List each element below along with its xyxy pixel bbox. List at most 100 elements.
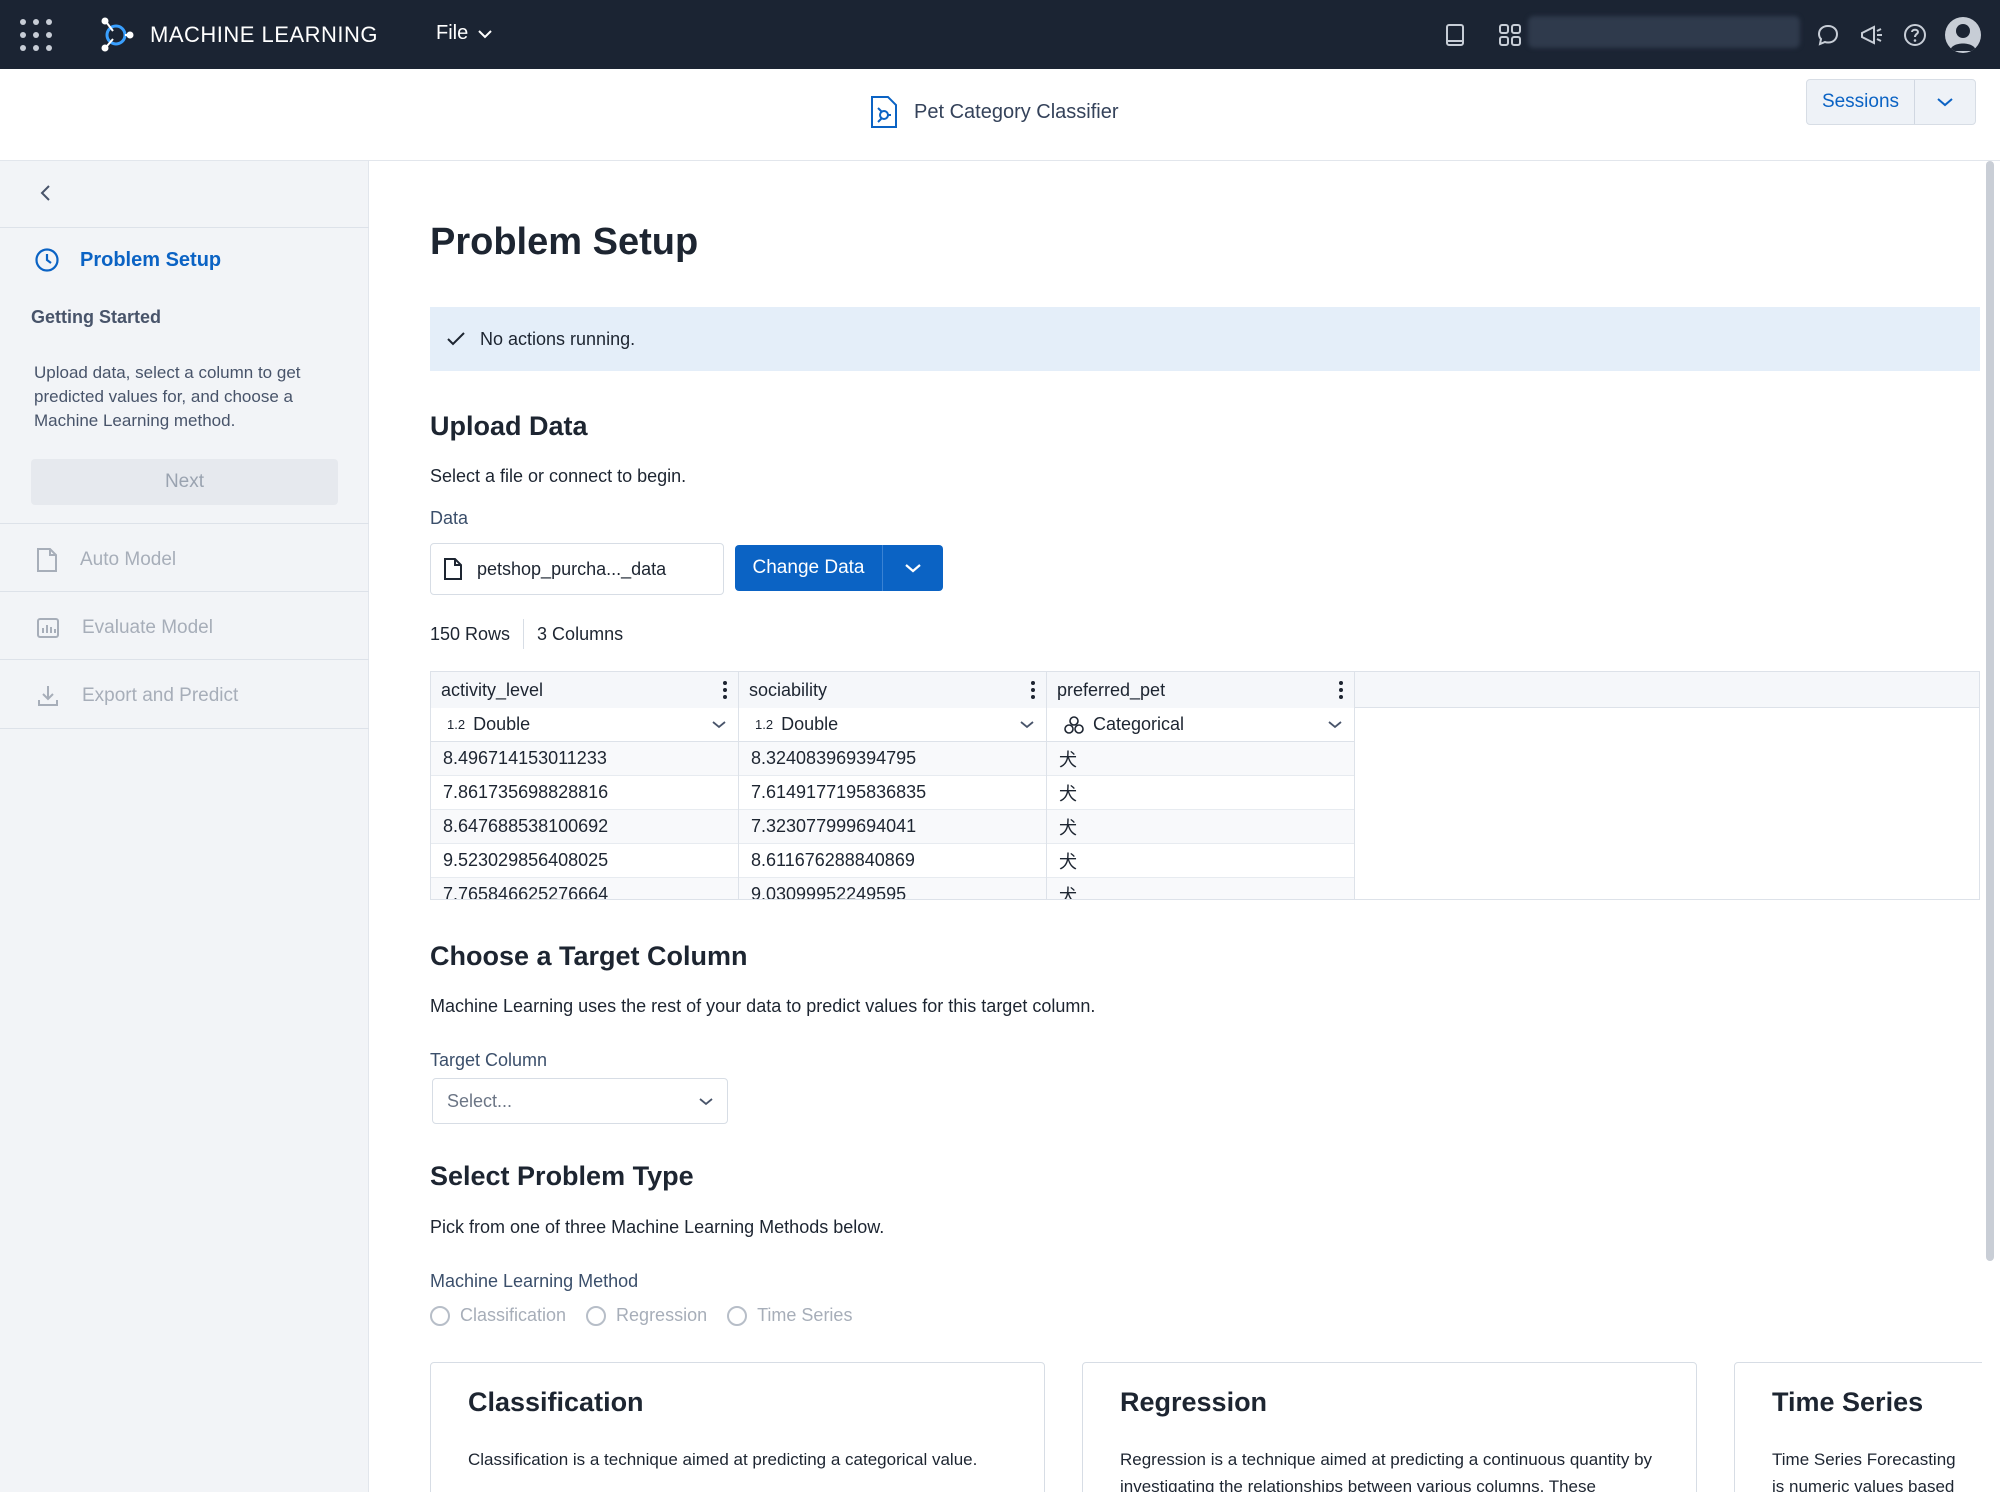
radio-circle[interactable] [430,1305,450,1326]
table-header-filler [1355,672,1979,708]
table-cell: 犬 [1047,844,1354,878]
chevron-down-icon [1937,98,1953,107]
problem-type-heading: Select Problem Type [430,1161,694,1191]
table-column: preferred_pet Categorical 犬 犬 犬 犬 犬 [1047,672,1355,899]
chevron-down-icon [1020,721,1034,729]
machine-learning-logo-icon [101,17,134,52]
announcement-icon[interactable] [1857,20,1887,50]
data-preview-table: activity_level 1.2 Double 8.496714153011… [430,671,1980,900]
column-count: 3 Columns [537,623,624,644]
target-column-select[interactable]: Select... [432,1078,728,1124]
data-label: Data [430,508,469,528]
table-cell: 7.765846625276664 [431,878,738,899]
sidebar-divider [0,591,369,592]
ml-method-radio-group: Classification Regression Time Series [430,1305,852,1326]
table-cell: 9.523029856408025 [431,844,738,878]
chevron-down-icon [478,29,492,38]
main-scrollbar[interactable] [1986,161,1994,1261]
table-cell: 8.324083969394795 [739,742,1046,776]
more-vertical-icon[interactable] [1030,680,1036,700]
table-cell: 犬 [1047,742,1354,776]
top-bar: MACHINE LEARNING File [0,0,2000,69]
file-menu[interactable]: File [436,22,492,45]
upload-data-text: Select a file or connect to begin. [430,466,687,486]
app-launcher-icon[interactable] [20,19,52,51]
more-vertical-icon[interactable] [1338,680,1344,700]
column-type-select[interactable]: 1.2 Double [739,708,1046,742]
grid-icon[interactable] [1495,20,1525,50]
help-icon[interactable] [1900,20,1930,50]
target-column-placeholder: Select... [447,1090,513,1111]
getting-started-description: Upload data, select a column to get pred… [34,363,301,430]
download-icon [38,686,58,706]
sidebar-step-evaluate-model[interactable]: Evaluate Model [36,616,213,640]
regression-card[interactable]: Regression Regression is a technique aim… [1082,1362,1697,1492]
radio-classification[interactable]: Classification [430,1305,566,1326]
column-name: preferred_pet [1057,679,1166,700]
column-type: Double [781,714,839,734]
sessions-button[interactable]: Sessions [1807,80,1915,124]
status-banner: No actions running. [430,307,1980,371]
radio-time-series[interactable]: Time Series [727,1305,852,1326]
account-name-redacted [1528,16,1800,48]
time-series-card[interactable]: Time Series Time Series Forecasting is n… [1734,1362,1982,1492]
table-cell: 7.323077999694041 [739,810,1046,844]
sidebar-divider [0,728,369,729]
collapse-sidebar-icon[interactable] [34,181,58,205]
data-file-field[interactable]: petshop_purcha..._data [430,543,724,595]
change-data-dropdown-button[interactable] [883,545,943,591]
change-data-button[interactable]: Change Data [735,545,883,591]
more-vertical-icon[interactable] [722,680,728,700]
upload-data-heading: Upload Data [430,411,588,441]
table-cell: 犬 [1047,810,1354,844]
sidebar-step-export-and-predict[interactable]: Export and Predict [36,684,238,708]
main-content: Problem Setup No actions running. Upload… [370,161,1982,1492]
chevron-down-icon [905,564,921,573]
next-button[interactable]: Next [31,459,338,505]
sessions-dropdown-button[interactable] [1915,80,1975,124]
sidebar-step-label: Problem Setup [80,248,222,271]
column-type-select[interactable]: 1.2 Double [431,708,738,742]
radio-regression[interactable]: Regression [586,1305,707,1326]
sessions-control: Sessions [1806,79,1976,125]
sidebar-step-problem-setup[interactable]: Problem Setup [34,247,221,273]
table-cell: 8.611676288840869 [739,844,1046,878]
target-column-text: Machine Learning uses the rest of your d… [430,996,1096,1016]
user-avatar[interactable] [1945,17,1981,53]
document-icon [37,548,57,572]
ml-method-label: Machine Learning Method [430,1271,639,1291]
column-type: Double [473,714,531,734]
column-header: preferred_pet [1047,672,1354,708]
column-header: sociability [739,672,1046,708]
chat-icon[interactable] [1813,20,1843,50]
page-title: Problem Setup [430,221,699,263]
table-cell: 犬 [1047,776,1354,810]
table-cell: 7.6149177195836835 [739,776,1046,810]
column-type-select[interactable]: Categorical [1047,708,1354,742]
steps-sidebar: Problem Setup Getting Started Upload dat… [0,161,369,1492]
card-title: Time Series [1772,1387,1924,1417]
table-column: activity_level 1.2 Double 8.496714153011… [431,672,739,899]
clock-icon [35,248,59,272]
column-name: activity_level [441,679,544,700]
classification-card[interactable]: Classification Classification is a techn… [430,1362,1045,1492]
row-count: 150 Rows [430,623,511,644]
sidebar-step-auto-model[interactable]: Auto Model [36,547,176,573]
table-cell: 犬 [1047,878,1354,899]
table-column: sociability 1.2 Double 8.324083969394795… [739,672,1047,899]
table-cell: 8.647688538100692 [431,810,738,844]
file-icon [444,558,462,580]
categorical-type-icon [1064,715,1084,734]
radio-circle[interactable] [727,1305,748,1326]
radio-circle[interactable] [586,1305,607,1326]
card-title: Regression [1120,1387,1268,1417]
chevron-down-icon [699,1097,713,1105]
problem-type-text: Pick from one of three Machine Learning … [430,1217,885,1237]
sidebar-step-label: Evaluate Model [82,617,213,638]
document-title: Pet Category Classifier [870,95,1119,129]
getting-started-heading: Getting Started [31,307,162,327]
file-menu-label: File [436,22,469,44]
book-icon[interactable] [1440,20,1470,50]
column-name: sociability [749,679,828,700]
document-icon [871,96,897,128]
